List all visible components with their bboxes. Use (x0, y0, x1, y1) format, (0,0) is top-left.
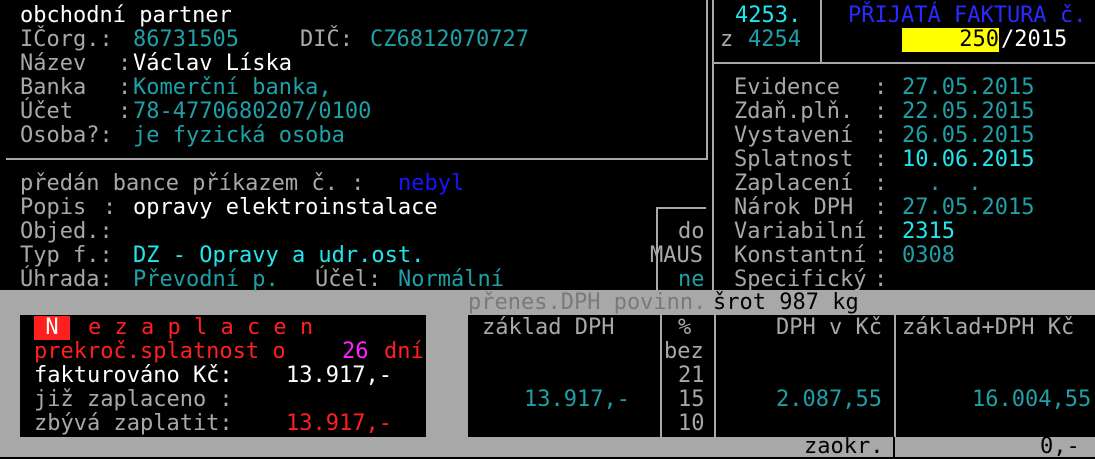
maus-do-label: do (678, 219, 705, 244)
overdue-label: prekroč.splatnost o (34, 339, 286, 364)
date-value[interactable]: 2315 (902, 220, 955, 244)
date-label: Zdaň.plň. (734, 99, 854, 124)
purpose-value[interactable]: Normální (398, 268, 504, 292)
vat-divider-3 (894, 315, 896, 437)
base-value[interactable]: 13.917,- (524, 388, 630, 412)
type-label: Typ f.: (20, 243, 113, 268)
dic-value[interactable]: CZ6812070727 (370, 28, 529, 52)
bank-label: Banka (20, 75, 87, 100)
payment-label: Úhrada: (20, 267, 113, 292)
date-label: Nárok DPH (734, 195, 854, 220)
invoice-type-title: PŘIJATÁ FAKTURA č. (848, 3, 1087, 28)
date-label: Vystavení (734, 123, 854, 148)
date-value[interactable]: 27.05.2015 (902, 196, 1034, 220)
overdue-unit: dní (384, 339, 424, 364)
date-sep: : (874, 243, 888, 268)
maus-label: MAUS (650, 243, 703, 268)
date-value[interactable]: . . (902, 172, 981, 196)
remaining-value: 13.917,- (286, 411, 392, 436)
divider-maus-top (656, 207, 706, 209)
account-sep: : (118, 99, 132, 124)
paid-label: již zaplaceno : (34, 387, 233, 412)
bank-order-label: předán bance příkazem č. : (20, 171, 365, 196)
maus-value[interactable]: ne (678, 268, 705, 292)
desc-sep: : (103, 195, 117, 220)
date-sep: : (874, 171, 888, 196)
vat-value[interactable]: 2.087,55 (776, 388, 882, 412)
status-first-letter: N (34, 316, 70, 340)
date-label: Zaplacení (734, 171, 854, 196)
total-value: 16.004,55 (972, 387, 1092, 412)
date-value[interactable]: 10.06.2015 (902, 148, 1034, 172)
date-sep: : (874, 219, 888, 244)
order-label: Objed.: (20, 219, 113, 244)
record-of-label: z (720, 27, 734, 52)
dic-label: DIČ: (300, 27, 353, 52)
overdue-days: 26 (342, 339, 369, 364)
invoiced-value: 13.917,- (286, 363, 392, 388)
date-label: Evidence (734, 75, 840, 100)
name-label: Název (20, 51, 87, 76)
rounding-cursor (893, 437, 895, 457)
bank-order-value[interactable]: nebyl (398, 172, 464, 196)
col-total-header: základ+DPH Kč (902, 315, 1075, 340)
divider-vertical-doc2 (820, 0, 822, 62)
status-text: e z a p l a c e n (88, 315, 314, 340)
col-base-header: základ DPH (482, 315, 615, 340)
rate-row: 15 (678, 387, 705, 412)
rounding-label: zaokr. (804, 434, 884, 459)
scrap-note: šrot 987 kg (713, 290, 859, 315)
type-value[interactable]: DZ - Opravy a udr.ost. (133, 244, 424, 268)
date-value[interactable]: 26.05.2015 (902, 124, 1034, 148)
date-sep: : (874, 267, 888, 292)
partner-heading: obchodní partner (20, 3, 232, 28)
rate-row: 10 (678, 411, 705, 436)
bank-sep: : (118, 75, 132, 100)
date-label: Splatnost (734, 147, 854, 172)
col-vat-header: DPH v Kč (776, 315, 882, 340)
date-sep: : (874, 195, 888, 220)
account-label: Účet (20, 99, 73, 124)
vat-divider-2 (714, 315, 716, 437)
ico-label: IČorg.: (20, 27, 113, 52)
person-label: Osoba?: (20, 123, 113, 148)
date-label: Konstantní (734, 243, 867, 268)
date-label: Variabilní (734, 219, 867, 244)
invoice-year: /2015 (1001, 27, 1068, 52)
purpose-label: Účel: (315, 267, 382, 292)
person-value[interactable]: je fyzická osoba (133, 124, 345, 148)
ico-value[interactable]: 86731505 (133, 28, 239, 52)
remaining-label: zbývá zaplatit: (34, 411, 233, 436)
name-sep: : (118, 51, 132, 76)
record-total: 4254 (748, 27, 801, 52)
date-sep: : (874, 99, 888, 124)
date-label: Specifický (734, 267, 867, 292)
bank-value[interactable]: Komerční banka, (133, 76, 332, 100)
divider-vertical-doc (712, 0, 714, 290)
payment-value[interactable]: Převodní p. (133, 268, 279, 292)
name-value[interactable]: Václav Líska (133, 52, 292, 76)
invoice-number-field[interactable]: 250 (902, 28, 999, 52)
vat-divider-1 (660, 315, 662, 437)
desc-label: Popis (20, 195, 87, 220)
date-value[interactable]: 22.05.2015 (902, 100, 1034, 124)
record-number: 4253. (735, 3, 802, 28)
rounding-value[interactable]: 0,- (1040, 435, 1080, 459)
date-sep: : (874, 123, 888, 148)
date-sep: : (874, 75, 888, 100)
date-value[interactable]: 27.05.2015 (902, 76, 1034, 100)
vat-transfer-note: přenes.DPH povinn. (468, 290, 707, 315)
col-pct-header: % (678, 315, 692, 340)
date-sep: : (874, 147, 888, 172)
invoiced-label: fakturováno Kč: (34, 363, 233, 388)
date-value[interactable]: 0308 (902, 244, 955, 268)
rate-row: 21 (678, 363, 705, 388)
rate-row: bez (664, 339, 704, 364)
account-value[interactable]: 78-4770680207/0100 (133, 100, 371, 124)
divider-horizontal-dates (712, 62, 1095, 64)
desc-value[interactable]: opravy elektroinstalace (133, 196, 438, 220)
